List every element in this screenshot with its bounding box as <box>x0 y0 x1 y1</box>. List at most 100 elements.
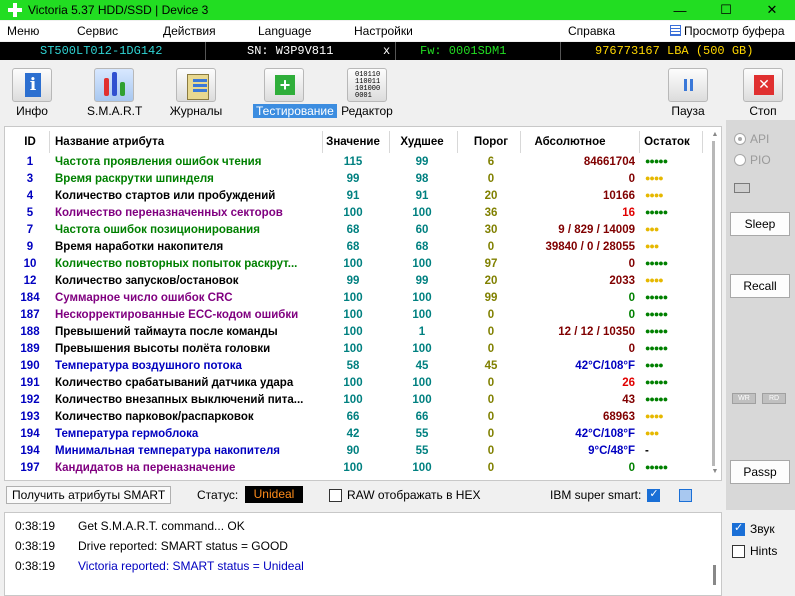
table-row[interactable]: 10 Количество повторных попыток раскрут..… <box>5 257 705 274</box>
attr-raw: 0 <box>628 309 635 321</box>
table-row[interactable]: 9 Время наработки накопителя 68 68 0 39840 / … <box>5 240 705 257</box>
attr-remaining: ●●●● <box>645 173 664 183</box>
table-row[interactable]: 5 Количество переназначенных секторов 100 1… <box>5 206 705 223</box>
attr-id: 189 <box>20 343 40 355</box>
header-threshold[interactable]: Порог <box>461 136 521 148</box>
table-row[interactable]: 194 Минимальная температура накопителя 90 5… <box>5 444 705 461</box>
eject-drive-button[interactable]: x <box>383 44 390 58</box>
table-row[interactable]: 192 Количество внезапных выключений пита.… <box>5 393 705 410</box>
passp-button[interactable]: Passp <box>730 460 790 484</box>
table-row[interactable]: 193 Количество парковок/распарковок 66 66 0 6… <box>5 410 705 427</box>
attr-id: 194 <box>20 428 40 440</box>
pio-radio[interactable]: PIO <box>734 153 771 167</box>
editor-button[interactable]: 010110 110011 101000 0001 Редактор <box>337 68 397 118</box>
smart-button[interactable]: S.M.A.R.T <box>84 68 144 118</box>
log-entry: 0:38:19 Victoria reported: SMART status … <box>15 559 304 573</box>
header-raw[interactable]: Абсолютное <box>515 136 625 148</box>
attr-threshold: 0 <box>487 428 495 440</box>
attr-name: Частота ошибок позиционирования <box>55 224 260 236</box>
color-picker-box[interactable] <box>679 489 692 502</box>
journals-button[interactable]: Журналы <box>166 68 226 118</box>
table-row[interactable]: 12 Количество запусков/остановок 99 99 20 203… <box>5 274 705 291</box>
log-scrollbar[interactable] <box>711 517 719 593</box>
sound-checkbox[interactable]: Звук <box>732 521 775 536</box>
attr-remaining: ●●● <box>645 241 659 251</box>
attr-remaining: ●●●● <box>645 360 664 370</box>
header-worst[interactable]: Худшее <box>391 136 453 148</box>
drive-firmware: Fw: 0001SDM1 <box>420 44 507 58</box>
table-row[interactable]: 187 Нескорректированные ECC-кодом ошибки 1… <box>5 308 705 325</box>
attr-remaining: ●●●●● <box>645 326 668 336</box>
minimize-button[interactable]: — <box>657 0 703 20</box>
attr-raw: 2033 <box>609 275 635 287</box>
sleep-button[interactable]: Sleep <box>730 212 790 236</box>
header-remaining[interactable]: Остаток <box>639 136 695 148</box>
attr-id: 9 <box>26 241 34 253</box>
table-row[interactable]: 190 Температура воздушного потока 58 45 45 42… <box>5 359 705 376</box>
recall-button[interactable]: Recall <box>730 274 790 298</box>
raw-hex-checkbox[interactable]: RAW отображать в HEX <box>329 488 480 502</box>
menu-item-settings[interactable]: Настройки <box>354 24 413 38</box>
table-header: ID Название атрибута Значение Худшее Пор… <box>5 135 705 152</box>
attr-id: 3 <box>26 173 34 185</box>
menu-item-help[interactable]: Справка <box>568 24 615 38</box>
table-row[interactable]: 184 Суммарное число ошибок CRC 100 100 99 0 ●●… <box>5 291 705 308</box>
get-smart-button[interactable]: Получить атрибуты SMART <box>6 486 172 504</box>
header-id[interactable]: ID <box>15 136 45 148</box>
attr-value: 115 <box>343 156 363 168</box>
header-name[interactable]: Название атрибута <box>55 136 317 148</box>
menu-item-language[interactable]: Language <box>258 24 311 38</box>
status-bar: Получить атрибуты SMART Статус: Unideal … <box>4 484 722 506</box>
table-row[interactable]: 3 Время раскрутки шпинделя 99 98 0 0 ●●●● <box>5 172 705 189</box>
table-row[interactable]: 191 Количество срабатываний датчика удара… <box>5 376 705 393</box>
api-radio[interactable]: API <box>734 132 769 146</box>
attr-value: 99 <box>346 173 360 185</box>
attr-worst: 100 <box>412 377 432 389</box>
attr-remaining: ●●●●● <box>645 292 668 302</box>
scrollbar-thumb[interactable] <box>712 141 715 466</box>
pause-button[interactable]: Пауза <box>658 68 718 118</box>
attr-value: 100 <box>343 309 363 321</box>
menu-item-actions[interactable]: Действия <box>163 24 216 38</box>
table-row[interactable]: 189 Превышения высоты полёта головки 100 10… <box>5 342 705 359</box>
header-value[interactable]: Значение <box>325 136 381 148</box>
maximize-button[interactable]: ☐ <box>703 0 749 20</box>
attr-name: Минимальная температура накопителя <box>55 445 280 457</box>
attr-remaining: ●●●●● <box>645 258 668 268</box>
attr-value: 100 <box>343 462 363 474</box>
table-row[interactable]: 194 Температура гермоблока 42 55 0 42°C/108°F… <box>5 427 705 444</box>
menu-item-menu[interactable]: Меню <box>7 24 39 38</box>
info-button[interactable]: Инфо <box>2 68 62 118</box>
buffer-view-link[interactable]: Просмотр буфера <box>670 24 785 38</box>
table-scrollbar[interactable]: ▲ ▼ <box>709 131 721 476</box>
table-row[interactable]: 197 Кандидатов на переназначение 100 100 0 0 ●… <box>5 461 705 478</box>
attr-id: 184 <box>20 292 40 304</box>
attr-worst: 91 <box>415 190 429 202</box>
testing-button[interactable]: Тестирование <box>253 68 337 118</box>
hints-checkbox[interactable]: Hints <box>732 544 777 558</box>
table-row[interactable]: 4 Количество стартов или пробуждений 91 91 2… <box>5 189 705 206</box>
indicator-box <box>734 183 750 193</box>
table-row[interactable]: 1 Частота проявления ошибок чтения 115 99 6 8… <box>5 155 705 172</box>
table-row[interactable]: 188 Превышений таймаута после команды 100 1… <box>5 325 705 342</box>
attr-name: Количество срабатываний датчика удара <box>55 377 294 389</box>
attr-remaining: ●●●●● <box>645 343 668 353</box>
scroll-down-icon[interactable]: ▼ <box>709 468 721 476</box>
attr-name: Частота проявления ошибок чтения <box>55 156 262 168</box>
table-row[interactable]: 7 Частота ошибок позиционирования 68 60 30 9 … <box>5 223 705 240</box>
attr-id: 192 <box>20 394 40 406</box>
attr-raw: 12 / 12 / 10350 <box>558 326 635 338</box>
attr-value: 100 <box>343 258 363 270</box>
stop-button[interactable]: Стоп <box>733 68 793 118</box>
attr-name: Нескорректированные ECC-кодом ошибки <box>55 309 299 321</box>
attr-threshold: 0 <box>487 377 495 389</box>
attr-name: Кандидатов на переназначение <box>55 462 236 474</box>
close-window-button[interactable]: ✕ <box>749 0 795 20</box>
attr-name: Температура воздушного потока <box>55 360 242 372</box>
wr-indicator: WR <box>732 393 756 404</box>
sound-hints-panel: Звук Hints <box>726 510 795 596</box>
journal-icon <box>176 68 216 102</box>
ibm-super-smart-checkbox[interactable]: IBM super smart: <box>550 487 665 502</box>
menu-item-service[interactable]: Сервис <box>77 24 118 38</box>
scroll-up-icon[interactable]: ▲ <box>709 131 721 139</box>
